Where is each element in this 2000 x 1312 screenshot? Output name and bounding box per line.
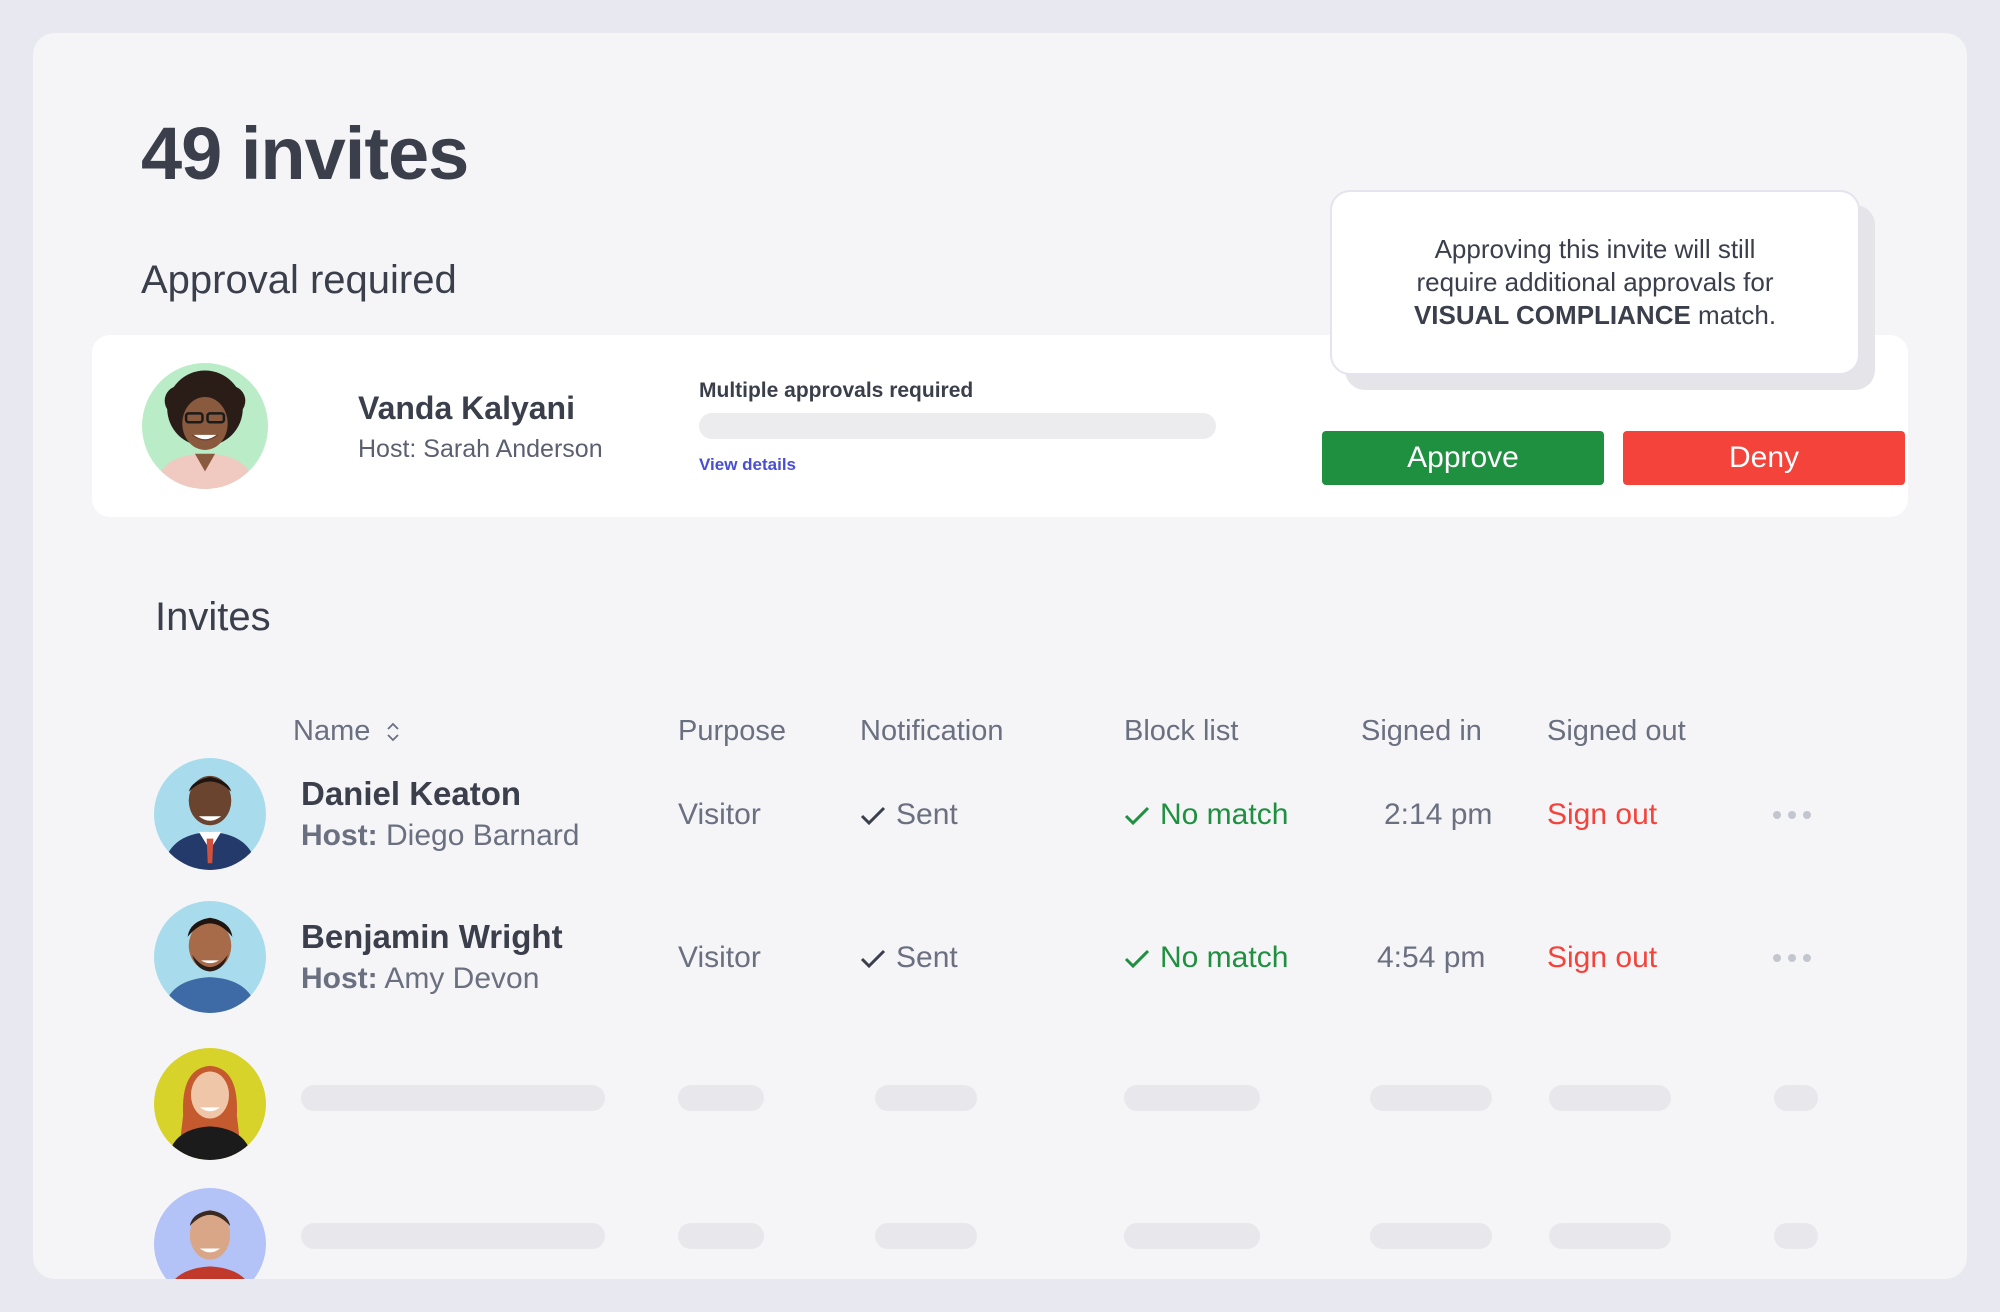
signed-in-time: 4:54 pm [1377, 941, 1486, 974]
block-list-status: No match [1160, 798, 1289, 831]
notification-status: Sent [896, 798, 958, 831]
skeleton-notification [875, 1085, 977, 1111]
host-label: Host: [301, 819, 378, 852]
skeleton-name [301, 1085, 605, 1111]
column-header-name[interactable]: Name [293, 715, 400, 748]
person-avatar-icon [154, 901, 266, 1013]
avatar [154, 901, 266, 1013]
app-frame: 49 invites Approval required Vanda Kalya… [33, 33, 1967, 1279]
tooltip-tail: match. [1690, 300, 1777, 330]
guest-host: Host: Amy Devon [301, 962, 539, 996]
avatar [154, 758, 266, 870]
approval-status-label: Multiple approvals required [699, 379, 974, 402]
column-header-signed-in: Signed in [1361, 715, 1482, 747]
avatar [154, 1188, 266, 1279]
purpose-cell: Visitor [678, 941, 761, 974]
skeleton-purpose [678, 1223, 764, 1249]
tooltip-line-1: Approving this invite will still [1434, 234, 1756, 264]
sort-icon [387, 723, 400, 742]
sign-out-link[interactable]: Sign out [1547, 798, 1657, 832]
skeleton-signed-out [1549, 1085, 1671, 1111]
skeleton-signed-in [1370, 1085, 1492, 1111]
skeleton-signed-out [1549, 1223, 1671, 1249]
block-list-status: No match [1160, 941, 1289, 974]
host-label: Host: [301, 962, 378, 995]
check-icon [1124, 949, 1150, 969]
host-name: Diego Barnard [377, 819, 580, 852]
approval-guest-name: Vanda Kalyani [358, 390, 575, 426]
person-avatar-icon [154, 758, 266, 870]
skeleton-name [301, 1223, 605, 1249]
avatar [142, 363, 268, 489]
guest-host: Host: Diego Barnard [301, 819, 579, 853]
tooltip-emphasis: VISUAL COMPLIANCE [1413, 300, 1691, 330]
skeleton-notification [875, 1223, 977, 1249]
check-icon [860, 806, 886, 826]
column-header-signed-out: Signed out [1547, 715, 1686, 747]
invites-section-title: Invites [155, 595, 271, 639]
check-icon [1124, 806, 1150, 826]
approval-host: Host: Sarah Anderson [358, 435, 603, 463]
notification-status: Sent [896, 941, 958, 974]
person-avatar-icon [154, 1188, 266, 1279]
person-avatar-icon [154, 1048, 266, 1160]
deny-button[interactable]: Deny [1623, 431, 1905, 485]
notification-cell: Sent [860, 798, 958, 832]
signed-in-time: 2:14 pm [1384, 798, 1493, 831]
skeleton-more [1774, 1223, 1818, 1249]
column-header-block-list: Block list [1124, 715, 1239, 747]
avatar [154, 1048, 266, 1160]
column-header-purpose: Purpose [678, 715, 787, 747]
view-details-link[interactable]: View details [699, 455, 796, 475]
tooltip-text: Approving this invite will still require… [1414, 233, 1776, 332]
tooltip-line-2: require additional approvals for [1416, 267, 1774, 297]
block-list-cell: No match [1124, 798, 1288, 832]
more-icon[interactable] [1773, 954, 1811, 962]
notification-cell: Sent [860, 941, 958, 975]
guest-name: Benjamin Wright [301, 918, 563, 955]
skeleton-purpose [678, 1085, 764, 1111]
column-header-notification: Notification [860, 715, 1004, 747]
guest-name: Daniel Keaton [301, 775, 522, 812]
skeleton-signed-in [1370, 1223, 1492, 1249]
skeleton-more [1774, 1085, 1818, 1111]
skeleton-block-list [1124, 1085, 1260, 1111]
host-name: Amy Devon [377, 962, 540, 995]
block-list-cell: No match [1124, 941, 1288, 975]
skeleton-block-list [1124, 1223, 1260, 1249]
approval-progress-bar [699, 413, 1216, 439]
page-title: 49 invites [141, 112, 469, 195]
approval-tooltip: Approving this invite will still require… [1330, 190, 1860, 375]
sign-out-link[interactable]: Sign out [1547, 941, 1657, 975]
purpose-cell: Visitor [678, 798, 761, 831]
more-icon[interactable] [1773, 811, 1811, 819]
check-icon [860, 949, 886, 969]
person-avatar-icon [142, 363, 268, 489]
approval-section-title: Approval required [141, 258, 457, 302]
column-header-name-label: Name [293, 715, 371, 747]
approve-button[interactable]: Approve [1322, 431, 1604, 485]
